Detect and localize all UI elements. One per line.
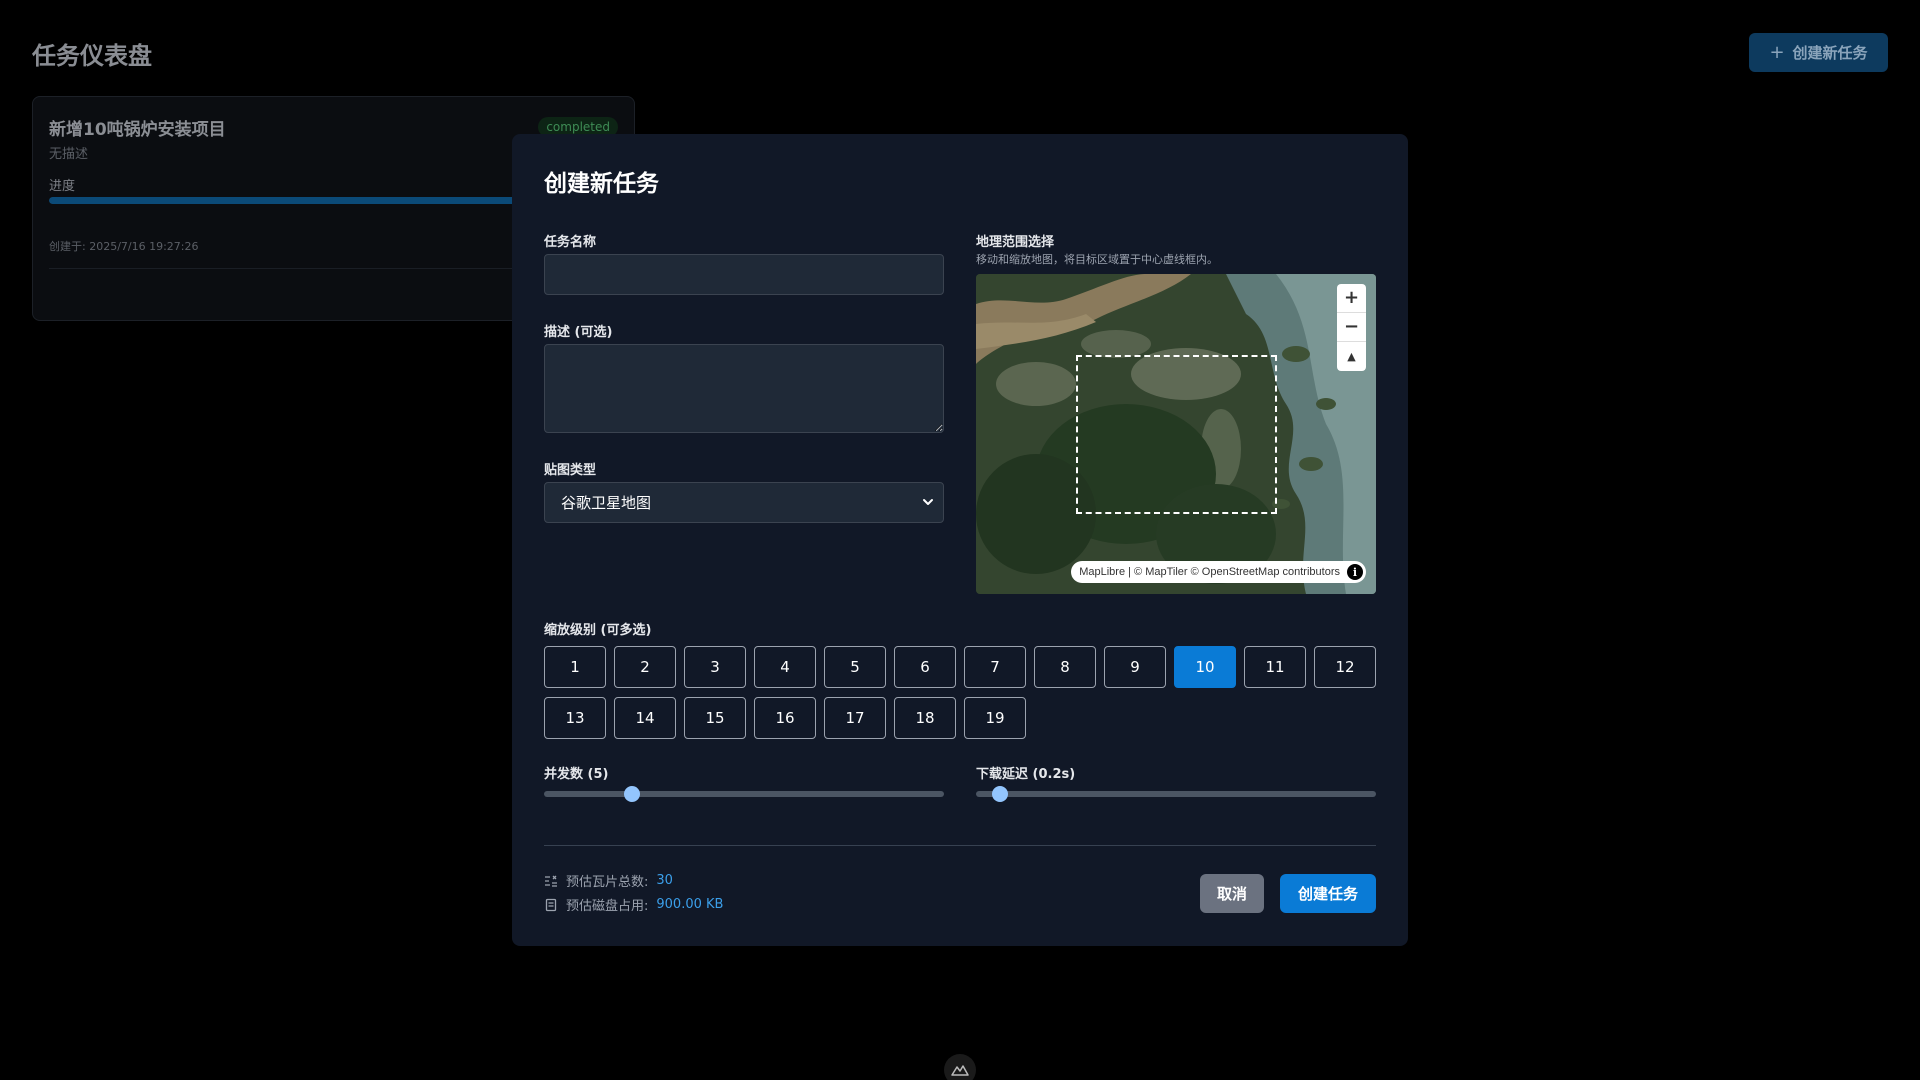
task-card-description: 无描述 xyxy=(49,147,89,162)
map-controls: + − ▲ xyxy=(1337,284,1366,371)
cancel-button[interactable]: 取消 xyxy=(1200,874,1264,913)
map-range-label: 地理范围选择 xyxy=(976,235,1055,250)
chevron-down-icon xyxy=(923,499,933,505)
estimated-disk-value: 900.00 KB xyxy=(656,897,724,912)
download-delay-slider-thumb[interactable] xyxy=(992,786,1008,802)
tile-type-selected-value: 谷歌卫星地图 xyxy=(561,494,652,512)
disk-icon xyxy=(545,898,557,911)
create-task-submit-button[interactable]: 创建任务 xyxy=(1280,874,1376,913)
footer-divider xyxy=(544,845,1376,846)
description-label: 描述 (可选) xyxy=(544,325,613,340)
plus-icon: + xyxy=(1769,41,1785,63)
page-title: 任务仪表盘 xyxy=(32,42,152,70)
concurrency-slider-track xyxy=(544,791,944,797)
create-task-button-label: 创建新任务 xyxy=(1792,44,1868,62)
zoom-level-button[interactable]: 3 xyxy=(684,646,746,688)
create-task-button[interactable]: + 创建新任务 xyxy=(1749,33,1888,72)
map-attribution: MapLibre | © MapTiler © OpenStreetMap co… xyxy=(1071,561,1366,583)
description-textarea[interactable] xyxy=(544,344,944,433)
modal-title: 创建新任务 xyxy=(544,171,659,197)
concurrency-label: 并发数 (5) xyxy=(544,767,609,782)
zoom-level-button[interactable]: 19 xyxy=(964,697,1026,739)
task-card-title: 新增10吨锅炉安装项目 xyxy=(49,120,226,140)
created-at-timestamp: 创建于: 2025/7/16 19:27:26 xyxy=(49,240,199,253)
zoom-in-icon[interactable]: + xyxy=(1337,284,1366,313)
zoom-level-button[interactable]: 9 xyxy=(1104,646,1166,688)
zoom-level-button[interactable]: 12 xyxy=(1314,646,1376,688)
compass-icon[interactable]: ▲ xyxy=(1337,342,1366,371)
zoom-level-button[interactable]: 13 xyxy=(544,697,606,739)
zoom-level-button[interactable]: 8 xyxy=(1034,646,1096,688)
zoom-level-button[interactable]: 16 xyxy=(754,697,816,739)
zoom-level-button[interactable]: 11 xyxy=(1244,646,1306,688)
tiles-icon xyxy=(545,875,557,887)
concurrency-slider[interactable] xyxy=(544,785,944,802)
zoom-level-button[interactable]: 18 xyxy=(894,697,956,739)
estimated-disk-row: 预估磁盘占用: 900.00 KB xyxy=(544,895,723,914)
zoom-level-button[interactable]: 1 xyxy=(544,646,606,688)
map-attribution-text: MapLibre | © MapTiler © OpenStreetMap co… xyxy=(1079,566,1340,578)
info-icon[interactable]: i xyxy=(1347,564,1363,580)
selection-frame xyxy=(1076,355,1277,514)
tile-type-select[interactable]: 谷歌卫星地图 xyxy=(544,482,944,523)
mountain-icon xyxy=(951,1065,969,1076)
zoom-out-icon[interactable]: − xyxy=(1337,313,1366,342)
download-delay-slider-track xyxy=(976,791,1376,797)
create-task-modal: 创建新任务 任务名称 描述 (可选) 贴图类型 谷歌卫星地图 地理范围选择 移动… xyxy=(512,134,1408,946)
map-view[interactable]: + − ▲ MapLibre | © MapTiler © OpenStreet… xyxy=(976,274,1376,594)
task-name-input[interactable] xyxy=(544,254,944,295)
task-name-label: 任务名称 xyxy=(544,235,597,250)
zoom-level-button[interactable]: 2 xyxy=(614,646,676,688)
zoom-level-button[interactable]: 14 xyxy=(614,697,676,739)
map-hint: 移动和缩放地图，将目标区域置于中心虚线框内。 xyxy=(976,253,1218,266)
concurrency-slider-thumb[interactable] xyxy=(624,786,640,802)
download-delay-label: 下载延迟 (0.2s) xyxy=(976,767,1076,782)
zoom-levels-label: 缩放级别 (可多选) xyxy=(544,623,652,638)
app-logo-icon[interactable] xyxy=(944,1054,976,1080)
estimated-tiles-label: 预估瓦片总数: xyxy=(566,875,649,890)
zoom-level-button[interactable]: 7 xyxy=(964,646,1026,688)
zoom-level-button[interactable]: 6 xyxy=(894,646,956,688)
zoom-level-button[interactable]: 17 xyxy=(824,697,886,739)
download-delay-slider[interactable] xyxy=(976,785,1376,802)
zoom-level-button[interactable]: 5 xyxy=(824,646,886,688)
estimated-tiles-row: 预估瓦片总数: 30 xyxy=(544,871,673,890)
zoom-level-button[interactable]: 4 xyxy=(754,646,816,688)
tile-type-label: 贴图类型 xyxy=(544,463,597,478)
zoom-level-grid: 1 2 3 4 5 6 7 8 9 10 11 12 13 14 15 16 17 18 19 xyxy=(544,646,1377,739)
zoom-level-button[interactable]: 10 xyxy=(1174,646,1236,688)
progress-label: 进度 xyxy=(49,179,76,194)
estimated-tiles-value: 30 xyxy=(656,873,673,888)
estimated-disk-label: 预估磁盘占用: xyxy=(566,899,649,914)
zoom-level-button[interactable]: 15 xyxy=(684,697,746,739)
